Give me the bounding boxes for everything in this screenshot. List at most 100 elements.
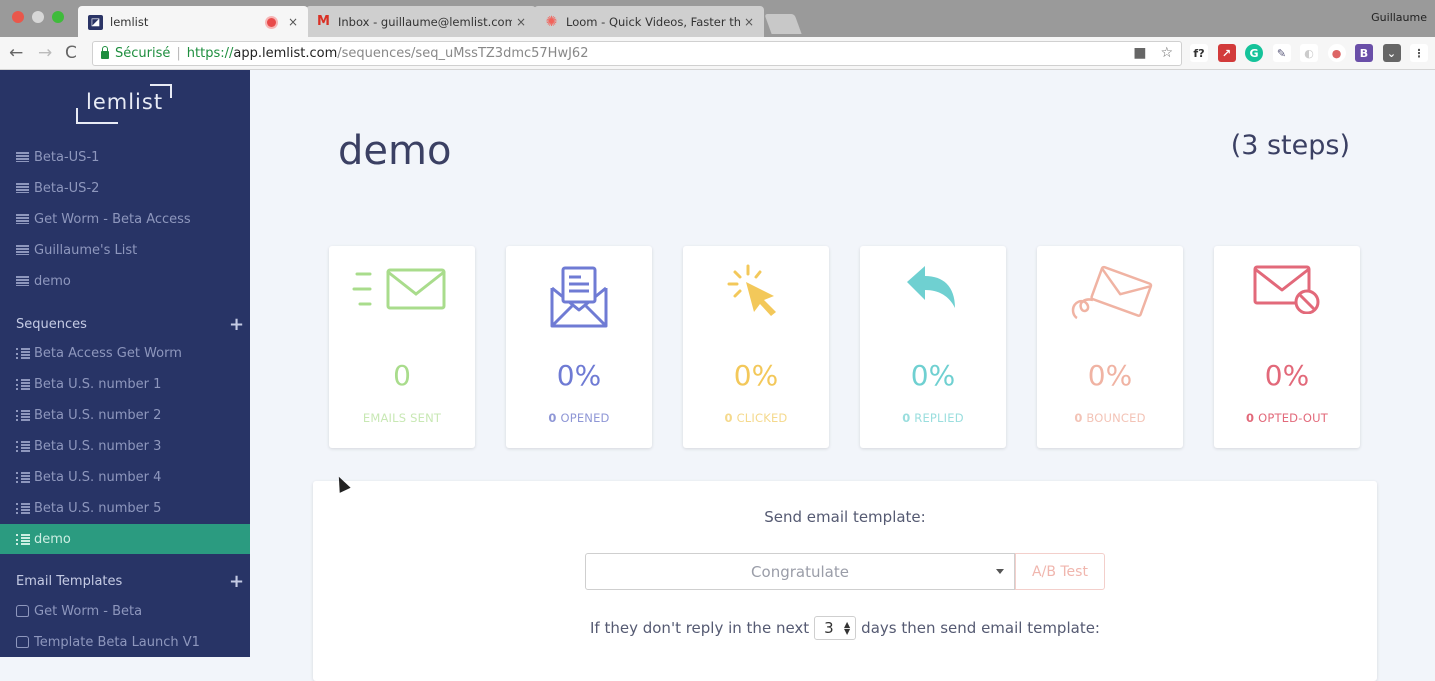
camera-icon[interactable]: ■ xyxy=(1133,45,1146,61)
add-sequence-button[interactable]: + xyxy=(229,316,244,334)
email-templates-header: Email Templates xyxy=(16,574,123,589)
fx-extension-icon[interactable]: f? xyxy=(1190,44,1208,62)
delay-prefix: If they don't reply in the next xyxy=(590,619,810,637)
grey-extension-icon[interactable]: ◐ xyxy=(1300,44,1318,62)
sequence-step-panel: Send email template: Congratulate A/B Te… xyxy=(313,481,1377,681)
envelope-icon xyxy=(16,605,29,617)
sidebar-sequence-item[interactable]: Beta U.S. number 3 xyxy=(0,431,250,461)
stat-label: EMAILS SENT xyxy=(362,411,442,425)
stat-value: 0% xyxy=(910,359,956,392)
red-extension-icon[interactable]: ↗ xyxy=(1217,44,1236,62)
ab-test-button[interactable]: A/B Test xyxy=(1015,553,1105,590)
recording-icon xyxy=(266,17,276,27)
page-title: demo xyxy=(338,128,452,174)
loom-icon: ✺ xyxy=(545,13,558,30)
window-maximize-button[interactable] xyxy=(52,11,64,23)
sidebar-sequence-item[interactable]: Beta U.S. number 5 xyxy=(0,493,250,523)
add-template-button[interactable]: + xyxy=(229,573,244,591)
main-content: demo (3 steps) 0 EMAILS SENT 0% 0 OPENED… xyxy=(250,70,1435,681)
bookmark-star-icon[interactable]: ☆ xyxy=(1160,45,1173,61)
sequence-icon xyxy=(16,533,30,545)
template-select[interactable]: Congratulate xyxy=(585,553,1015,590)
sidebar-template-item[interactable]: Get Worm - Beta xyxy=(0,596,250,626)
click-icon xyxy=(683,264,829,334)
delay-suffix: days then send email template: xyxy=(861,619,1100,637)
chevron-down-icon xyxy=(996,569,1004,574)
address-bar[interactable]: Sécurisé | https://app.lemlist.com/seque… xyxy=(92,41,1182,66)
sidebar: lemlist Beta-US-1 Beta-US-2 Get Worm - B… xyxy=(0,70,250,657)
pocket-icon[interactable]: ⌄ xyxy=(1382,44,1401,62)
gmail-icon: M xyxy=(317,14,330,29)
window-close-button[interactable] xyxy=(12,11,24,23)
email-sent-icon xyxy=(329,264,475,334)
sidebar-list-item[interactable]: demo xyxy=(0,266,250,296)
reply-icon xyxy=(860,264,1006,334)
browser-titlebar: ◪ lemlist × M Inbox - guillaume@lemlist.… xyxy=(0,0,1435,38)
list-icon xyxy=(16,183,29,193)
stat-card-opted-out: 0% 0 OPTED-OUT xyxy=(1214,246,1360,448)
sequence-icon xyxy=(16,502,30,514)
profile-name[interactable]: Guillaume xyxy=(1371,11,1427,24)
menu-icon[interactable]: ⋮ xyxy=(1410,44,1428,62)
back-icon[interactable]: ← xyxy=(9,43,23,63)
sequence-icon xyxy=(16,347,30,359)
stepper-icon[interactable]: ▲ ▼ xyxy=(844,621,850,636)
b-extension-icon[interactable]: B xyxy=(1355,44,1373,62)
sidebar-sequence-item[interactable]: Beta U.S. number 1 xyxy=(0,369,250,399)
sidebar-list-item[interactable]: Beta-US-1 xyxy=(0,142,250,172)
sequence-icon xyxy=(16,440,30,452)
sequence-icon xyxy=(16,471,30,483)
email-opened-icon xyxy=(506,264,652,334)
envelope-icon xyxy=(16,636,29,648)
stat-value: 0% xyxy=(733,359,779,392)
url-scheme: https:// xyxy=(186,46,234,61)
forward-icon[interactable]: → xyxy=(38,43,52,63)
lemlist-icon: ◪ xyxy=(88,14,103,30)
browser-tab-gmail[interactable]: M Inbox - guillaume@lemlist.com × xyxy=(306,6,536,37)
stat-card-replied: 0% 0 REPLIED xyxy=(860,246,1006,448)
stat-label: 0 OPTED-OUT xyxy=(1246,411,1328,425)
stat-card-emails-sent: 0 EMAILS SENT xyxy=(329,246,475,448)
list-icon xyxy=(16,214,29,224)
sidebar-sequence-item-active[interactable]: demo xyxy=(0,524,250,554)
delay-days-input[interactable]: 3 ▲ ▼ xyxy=(814,616,857,640)
stat-value: 0% xyxy=(1264,359,1310,392)
address-separator: | xyxy=(176,46,181,61)
tab-close-icon[interactable]: × xyxy=(744,15,754,29)
stat-label: 0 CLICKED xyxy=(724,411,788,425)
sidebar-sequence-item[interactable]: Beta U.S. number 2 xyxy=(0,400,250,430)
stat-label: 0 BOUNCED xyxy=(1074,411,1146,425)
url-path: /sequences/seq_uMssTZ3dmc57HwJ62 xyxy=(337,46,589,61)
tab-title: Inbox - guillaume@lemlist.com xyxy=(338,14,512,29)
tab-close-icon[interactable]: × xyxy=(288,15,298,29)
sidebar-list-item[interactable]: Guillaume's List xyxy=(0,235,250,265)
tab-close-icon[interactable]: × xyxy=(516,15,526,29)
lemlist-logo[interactable]: lemlist xyxy=(76,84,172,124)
stat-card-bounced: 0% 0 BOUNCED xyxy=(1037,246,1183,448)
sidebar-sequence-item[interactable]: Beta U.S. number 4 xyxy=(0,462,250,492)
stat-label: 0 REPLIED xyxy=(902,411,964,425)
opted-out-icon xyxy=(1214,264,1360,334)
reload-icon[interactable]: C xyxy=(65,43,77,63)
sidebar-template-item[interactable]: Template Beta Launch V1 xyxy=(0,627,250,657)
selected-template: Congratulate xyxy=(751,562,849,581)
badge-extension-icon[interactable]: ● xyxy=(1327,44,1346,62)
grammarly-icon[interactable]: G xyxy=(1245,44,1263,62)
sidebar-list-item[interactable]: Get Worm - Beta Access xyxy=(0,204,250,234)
send-template-label: Send email template: xyxy=(764,508,926,526)
steps-count: (3 steps) xyxy=(1230,130,1350,161)
window-minimize-button[interactable] xyxy=(32,11,44,23)
new-tab-button[interactable] xyxy=(764,14,802,34)
stat-label: 0 OPENED xyxy=(548,411,610,425)
sequences-header: Sequences xyxy=(16,317,87,332)
sequence-icon xyxy=(16,409,30,421)
browser-tab-lemlist[interactable]: ◪ lemlist × xyxy=(78,6,308,38)
stat-value: 0 xyxy=(393,359,411,392)
sidebar-sequence-item[interactable]: Beta Access Get Worm xyxy=(0,338,250,368)
security-label: Sécurisé xyxy=(115,46,171,61)
sidebar-list-item[interactable]: Beta-US-2 xyxy=(0,173,250,203)
url-host: app.lemlist.com xyxy=(233,46,338,61)
sequence-icon xyxy=(16,378,30,390)
browser-tab-loom[interactable]: ✺ Loom - Quick Videos, Faster th × xyxy=(534,6,764,37)
eyedropper-icon[interactable]: ✎ xyxy=(1272,44,1291,62)
